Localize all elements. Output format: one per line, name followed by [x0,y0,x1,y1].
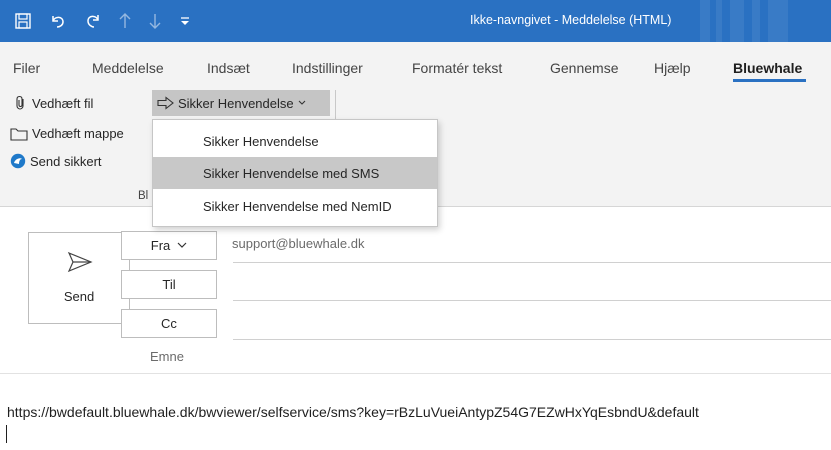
from-underline [233,262,831,263]
ribbon-tabs: Filer Meddelelse Indsæt Indstillinger Fo… [0,42,831,82]
subject-field[interactable] [0,373,831,374]
title-decoration [700,0,710,42]
send-button[interactable]: Send [28,232,130,324]
chevron-down-icon [177,242,187,248]
title-decoration [752,0,760,42]
cc-label: Cc [161,316,177,331]
text-cursor [6,425,7,443]
save-icon[interactable] [8,0,38,42]
send-arrow-icon [67,251,93,273]
tab-formater-tekst[interactable]: Formatér tekst [412,60,502,76]
tab-gennemse[interactable]: Gennemse [550,60,618,76]
tab-hjaelp[interactable]: Hjælp [654,60,691,76]
title-decoration [730,0,744,42]
send-label: Send [63,289,95,304]
arrow-right-outline-icon [157,96,174,110]
title-bar: Ikke-navngivet - Meddelelse (HTML) [0,0,831,42]
up-arrow-icon[interactable] [112,0,138,42]
from-address: support@bluewhale.dk [232,236,365,251]
ribbon-separator [335,90,336,120]
secure-inquiry-menu: Sikker Henvendelse Sikker Henvendelse me… [152,119,438,227]
menu-item-secure-inquiry[interactable]: Sikker Henvendelse [153,125,437,157]
to-label: Til [162,277,176,292]
secure-inquiry-dropdown[interactable]: Sikker Henvendelse [152,90,330,116]
from-label: Fra [150,238,171,253]
cc-button[interactable]: Cc [121,309,217,338]
title-decoration [768,0,788,42]
attach-file-label: Vedhæft fil [32,95,94,111]
tab-bluewhale[interactable]: Bluewhale [733,60,802,76]
attach-folder-button[interactable]: Vedhæft mappe [10,126,124,141]
to-button[interactable]: Til [121,270,217,299]
secure-inquiry-label: Sikker Henvendelse [178,95,294,111]
customize-dropdown-icon[interactable] [172,0,198,42]
folder-icon [10,127,28,141]
menu-item-secure-inquiry-sms[interactable]: Sikker Henvendelse med SMS [153,157,437,189]
ribbon-group-label: Bl [138,190,149,202]
menu-item-label: Sikker Henvendelse med NemID [203,198,392,214]
down-arrow-icon[interactable] [142,0,168,42]
menu-item-secure-inquiry-nemid[interactable]: Sikker Henvendelse med NemID [153,190,437,222]
to-field[interactable] [233,300,831,301]
bluewhale-logo-icon [10,153,26,169]
tab-indstillinger[interactable]: Indstillinger [292,60,363,76]
tab-meddelelse[interactable]: Meddelelse [92,60,164,76]
cc-field[interactable] [233,339,831,340]
redo-icon[interactable] [78,0,108,42]
attach-folder-label: Vedhæft mappe [32,126,124,141]
chevron-down-icon [298,100,306,105]
attach-file-button[interactable]: Vedhæft fil [14,95,93,111]
tab-filer[interactable]: Filer [13,60,40,76]
paperclip-icon [16,95,24,110]
menu-item-label: Sikker Henvendelse [203,133,319,149]
from-button[interactable]: Fra [121,231,217,260]
subject-label: Emne [150,349,184,364]
undo-icon[interactable] [43,0,73,42]
send-secure-label: Send sikkert [30,153,102,169]
send-secure-button[interactable]: Send sikkert [10,153,102,169]
message-body-text[interactable]: https://bwdefault.bluewhale.dk/bwviewer/… [7,404,699,420]
menu-item-label: Sikker Henvendelse med SMS [203,165,380,181]
title-decoration [716,0,722,42]
tab-indsaet[interactable]: Indsæt [207,60,250,76]
window-title: Ikke-navngivet - Meddelelse (HTML) [470,13,672,27]
